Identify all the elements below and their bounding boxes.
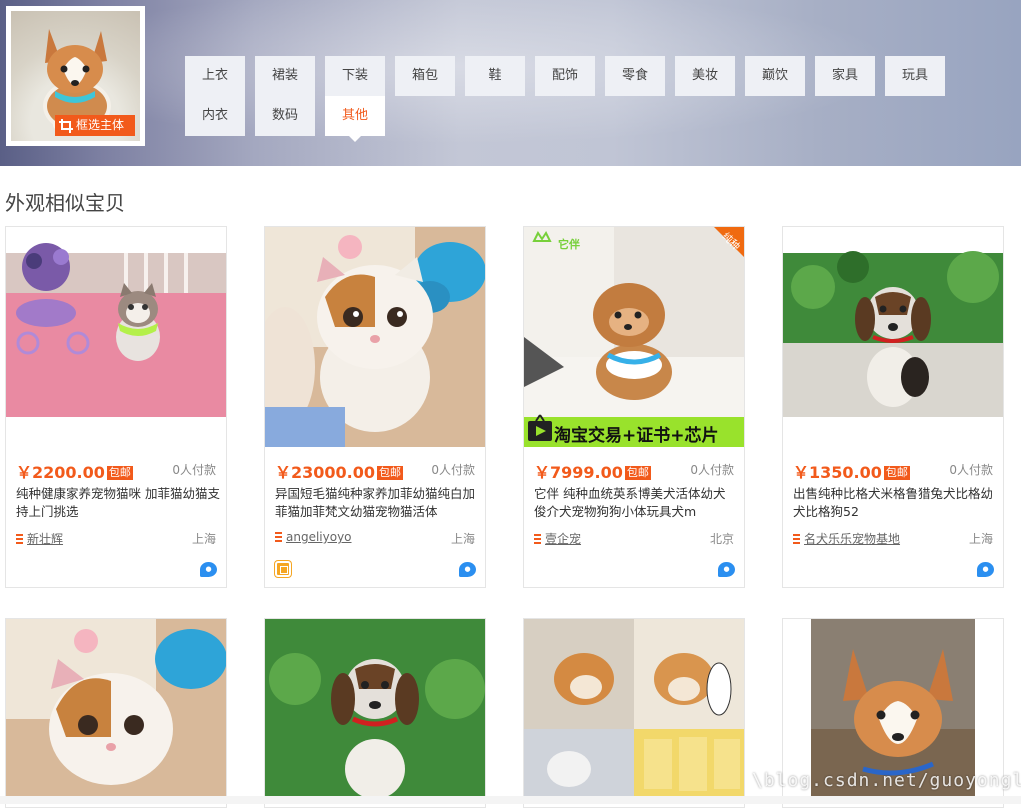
location: 北京 — [709, 532, 734, 546]
tmall-shop-icon — [275, 561, 291, 577]
price: ￥23000.00 — [275, 463, 376, 482]
product-title[interactable]: 它伴 纯种血统英系博美犬活体幼犬 俊介犬宠物狗狗小体玩具犬m — [534, 485, 738, 521]
image-search-header: 框选主体 上衣 裙装 下装 箱包 鞋 配饰 零食 美妆 巅饮 家具 玩具 内衣 … — [0, 0, 1021, 166]
shop-row: 壹企宠 北京 — [534, 530, 734, 546]
product-image[interactable] — [783, 227, 1003, 447]
category-tab[interactable]: 下装 — [325, 56, 385, 96]
shop-row: 新壮辉 上海 — [16, 530, 216, 546]
product-title[interactable]: 纯种健康家养宠物猫咪 加菲猫幼猫支持上门挑选 — [16, 485, 220, 521]
category-tab[interactable]: 配饰 — [535, 56, 595, 96]
product-card[interactable]: ￥2200.00 包邮 0人付款 纯种健康家养宠物猫咪 加菲猫幼猫支持上门挑选 新… — [5, 226, 227, 588]
category-tab[interactable]: 零食 — [605, 56, 665, 96]
product-image[interactable] — [6, 619, 226, 799]
category-tab[interactable]: 家具 — [815, 56, 875, 96]
beagle-puppy-image — [783, 227, 1003, 447]
shop-icon — [534, 534, 541, 544]
shop-row: angeliyoyo 上海 — [275, 530, 475, 546]
shop-icon — [793, 534, 800, 544]
kitten-on-pink-rug-image — [6, 227, 226, 447]
category-tab[interactable]: 裙装 — [255, 56, 315, 96]
product-image[interactable] — [265, 227, 485, 447]
shop-icon — [275, 532, 282, 542]
category-tab[interactable]: 上衣 — [185, 56, 245, 96]
free-shipping-badge: 包邮 — [883, 466, 910, 480]
product-card[interactable]: ￥1350.00 包邮 0人付款 出售纯种比格犬米格鲁猎兔犬比格幼犬比格狗52 名… — [782, 226, 1004, 588]
image-banner-text: 淘宝交易+证书+芯片 — [554, 426, 719, 446]
watermark: \blog.csdn.net/guoyonglai — [752, 770, 1021, 791]
exotic-kitten-image — [265, 227, 485, 447]
free-shipping-badge: 包邮 — [624, 466, 651, 480]
product-title[interactable]: 出售纯种比格犬米格鲁猎兔犬比格幼犬比格狗52 — [793, 485, 997, 521]
product-card[interactable]: ￥23000.00 包邮 0人付款 异国短毛猫纯种家养加菲幼猫纯白加菲猫加菲梵文幼… — [264, 226, 486, 588]
payment-count: 0人付款 — [949, 463, 993, 477]
bottom-edge — [0, 796, 1021, 804]
price: ￥2200.00 — [16, 463, 105, 482]
category-tab[interactable]: 数码 — [255, 96, 315, 136]
category-tab[interactable]: 巅饮 — [745, 56, 805, 96]
location: 上海 — [450, 532, 475, 546]
pomeranian-puppy-image — [524, 227, 744, 447]
price-row: ￥7999.00 包邮 0人付款 — [534, 459, 734, 482]
location: 上海 — [968, 532, 993, 546]
product-title[interactable]: 异国短毛猫纯种家养加菲幼猫纯白加菲猫加菲梵文幼猫宠物猫活体 — [275, 485, 479, 521]
payment-count: 0人付款 — [172, 463, 216, 477]
product-card[interactable] — [264, 618, 486, 808]
wangwang-chat-icon[interactable]: ● — [718, 562, 735, 577]
free-shipping-badge: 包邮 — [106, 466, 133, 480]
product-image[interactable]: 它伴 纯种 淘宝交易+证书+芯片 — [524, 227, 744, 447]
price: ￥1350.00 — [793, 463, 882, 482]
payment-count: 0人付款 — [690, 463, 734, 477]
query-image-thumbnail[interactable]: 框选主体 — [6, 6, 145, 146]
price-row: ￥1350.00 包邮 0人付款 — [793, 459, 993, 482]
crop-subject-label: 框选主体 — [76, 118, 125, 132]
shop-row: 名犬乐乐宠物基地 上海 — [793, 530, 993, 546]
shop-link[interactable]: 壹企宠 — [545, 532, 581, 546]
category-tab-active[interactable]: 其他 — [325, 96, 385, 142]
shop-link[interactable]: 新壮辉 — [27, 532, 63, 546]
shiba-collage-image — [524, 619, 744, 799]
product-image[interactable] — [524, 619, 744, 799]
price-row: ￥23000.00 包邮 0人付款 — [275, 459, 475, 482]
product-card[interactable] — [523, 618, 745, 808]
category-tab[interactable]: 箱包 — [395, 56, 455, 96]
exotic-kitten-image — [6, 619, 226, 799]
product-image[interactable] — [265, 619, 485, 799]
brand-mark: 它伴 — [558, 238, 580, 251]
category-tab[interactable]: 玩具 — [885, 56, 945, 96]
shop-link[interactable]: 名犬乐乐宠物基地 — [804, 532, 900, 546]
price: ￥7999.00 — [534, 463, 623, 482]
product-image[interactable] — [6, 227, 226, 447]
beagle-puppy-image — [265, 619, 485, 799]
category-tab[interactable]: 美妆 — [675, 56, 735, 96]
wangwang-chat-icon[interactable]: ● — [200, 562, 217, 577]
section-title: 外观相似宝贝 — [5, 191, 125, 215]
category-tab[interactable]: 鞋 — [465, 56, 525, 96]
product-card[interactable]: 它伴 纯种 淘宝交易+证书+芯片 ￥7999.00 包邮 0人付款 它伴 纯种血统… — [523, 226, 745, 588]
query-image: 框选主体 — [11, 11, 140, 141]
location: 上海 — [191, 532, 216, 546]
crop-icon — [59, 118, 73, 133]
shop-icon — [16, 534, 23, 544]
wangwang-chat-icon[interactable]: ● — [977, 562, 994, 577]
category-tab[interactable]: 内衣 — [185, 96, 245, 136]
payment-count: 0人付款 — [431, 463, 475, 477]
price-row: ￥2200.00 包邮 0人付款 — [16, 459, 216, 482]
crop-subject-button[interactable]: 框选主体 — [55, 115, 135, 136]
shop-link[interactable]: angeliyoyo — [286, 530, 352, 544]
product-card[interactable] — [5, 618, 227, 808]
free-shipping-badge: 包邮 — [377, 466, 404, 480]
wangwang-chat-icon[interactable]: ● — [459, 562, 476, 577]
